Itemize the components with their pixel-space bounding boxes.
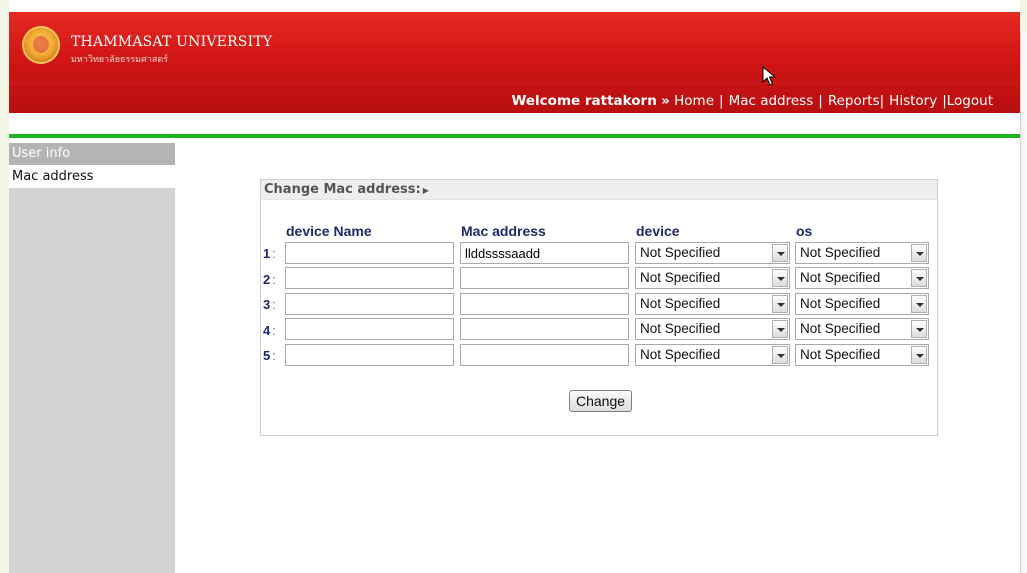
- row-number-value: 1: [263, 246, 271, 261]
- header-banner: THAMMASAT UNIVERSITY มหาวิทยาลัยธรรมศาสต…: [9, 12, 1020, 113]
- chevron-down-icon[interactable]: [772, 244, 788, 262]
- form-title-text: Change Mac address:: [264, 182, 421, 197]
- university-seal-logo: [22, 26, 60, 64]
- row-number: 5:: [263, 348, 276, 363]
- mac-address-input[interactable]: [460, 242, 629, 264]
- row-number: 4:: [263, 323, 276, 338]
- header-divider: [9, 83, 1020, 84]
- device-select-value: Not Specified: [640, 270, 721, 285]
- accent-divider: [9, 134, 1020, 138]
- mac-address-input[interactable]: [460, 344, 629, 366]
- device-select[interactable]: Not Specified: [635, 318, 790, 340]
- device-select[interactable]: Not Specified: [635, 293, 790, 315]
- device-select-value: Not Specified: [640, 296, 721, 311]
- row-number-separator: :: [272, 297, 276, 312]
- chevron-down-icon[interactable]: [911, 244, 927, 262]
- nav-history-link[interactable]: History: [889, 93, 937, 109]
- os-select[interactable]: Not Specified: [795, 293, 929, 315]
- device-select-value: Not Specified: [640, 347, 721, 362]
- welcome-separator: »: [661, 93, 670, 109]
- title-arrow-icon: ▶: [422, 186, 429, 195]
- nav-separator: |: [818, 93, 823, 109]
- device-select-value: Not Specified: [640, 245, 721, 260]
- chevron-down-icon[interactable]: [772, 320, 788, 338]
- chevron-down-icon[interactable]: [772, 346, 788, 364]
- row-number-value: 3: [263, 297, 271, 312]
- os-select[interactable]: Not Specified: [795, 344, 929, 366]
- university-name: THAMMASAT UNIVERSITY: [71, 34, 273, 50]
- change-button[interactable]: Change: [569, 390, 632, 412]
- nav-logout-link[interactable]: Logout: [947, 93, 993, 109]
- device-name-input[interactable]: [285, 318, 454, 340]
- form-title: Change Mac address: ▶: [261, 180, 937, 200]
- row-number-separator: :: [272, 348, 276, 363]
- row-number-value: 5: [263, 348, 271, 363]
- top-navigation: Welcome rattakorn » Home | Mac address | Rep…: [511, 93, 993, 109]
- nav-home-link[interactable]: Home: [674, 93, 714, 109]
- device-select[interactable]: Not Specified: [635, 267, 790, 289]
- row-number-separator: :: [272, 323, 276, 338]
- row-number: 3:: [263, 297, 276, 312]
- nav-separator: |: [879, 93, 885, 109]
- column-header-device-name: device Name: [286, 223, 372, 239]
- page: THAMMASAT UNIVERSITY มหาวิทยาลัยธรรมศาสต…: [9, 0, 1020, 573]
- column-header-mac-address: Mac address: [461, 223, 546, 239]
- mac-address-input[interactable]: [460, 267, 629, 289]
- device-name-input[interactable]: [285, 293, 454, 315]
- chevron-down-icon[interactable]: [911, 320, 927, 338]
- chevron-down-icon[interactable]: [911, 269, 927, 287]
- sidebar-heading: User info: [9, 143, 175, 165]
- chevron-down-icon[interactable]: [911, 346, 927, 364]
- nav-mac-address-link[interactable]: Mac address: [729, 93, 814, 109]
- sidebar: User info Mac address: [9, 143, 175, 573]
- mac-address-input[interactable]: [460, 318, 629, 340]
- vertical-scrollbar[interactable]: [1020, 32, 1027, 573]
- column-header-device: device: [636, 223, 680, 239]
- device-select[interactable]: Not Specified: [635, 344, 790, 366]
- device-name-input[interactable]: [285, 242, 454, 264]
- sidebar-item-mac-address[interactable]: Mac address: [9, 165, 175, 188]
- chevron-down-icon[interactable]: [772, 295, 788, 313]
- row-number: 2:: [263, 272, 276, 287]
- device-name-input[interactable]: [285, 267, 454, 289]
- row-number-separator: :: [272, 246, 276, 261]
- device-name-input[interactable]: [285, 344, 454, 366]
- chevron-down-icon[interactable]: [772, 269, 788, 287]
- mac-address-input[interactable]: [460, 293, 629, 315]
- os-select-value: Not Specified: [800, 321, 881, 336]
- row-number: 1:: [263, 246, 276, 261]
- university-subtitle: มหาวิทยาลัยธรรมศาสตร์: [71, 55, 169, 65]
- os-select-value: Not Specified: [800, 270, 881, 285]
- os-select-value: Not Specified: [800, 347, 881, 362]
- os-select-value: Not Specified: [800, 245, 881, 260]
- mouse-cursor-icon: [762, 66, 776, 86]
- row-number-value: 4: [263, 323, 271, 338]
- change-mac-form-panel: Change Mac address: ▶ device Name Mac add…: [260, 179, 938, 436]
- device-select[interactable]: Not Specified: [635, 242, 790, 264]
- device-select-value: Not Specified: [640, 321, 721, 336]
- chevron-down-icon[interactable]: [911, 295, 927, 313]
- os-select[interactable]: Not Specified: [795, 318, 929, 340]
- row-number-value: 2: [263, 272, 271, 287]
- nav-reports-link[interactable]: Reports: [828, 93, 880, 109]
- nav-separator: |: [719, 93, 724, 109]
- row-number-separator: :: [272, 272, 276, 287]
- welcome-text: Welcome rattakorn: [511, 93, 657, 109]
- os-select[interactable]: Not Specified: [795, 242, 929, 264]
- column-header-os: os: [796, 223, 813, 239]
- os-select-value: Not Specified: [800, 296, 881, 311]
- os-select[interactable]: Not Specified: [795, 267, 929, 289]
